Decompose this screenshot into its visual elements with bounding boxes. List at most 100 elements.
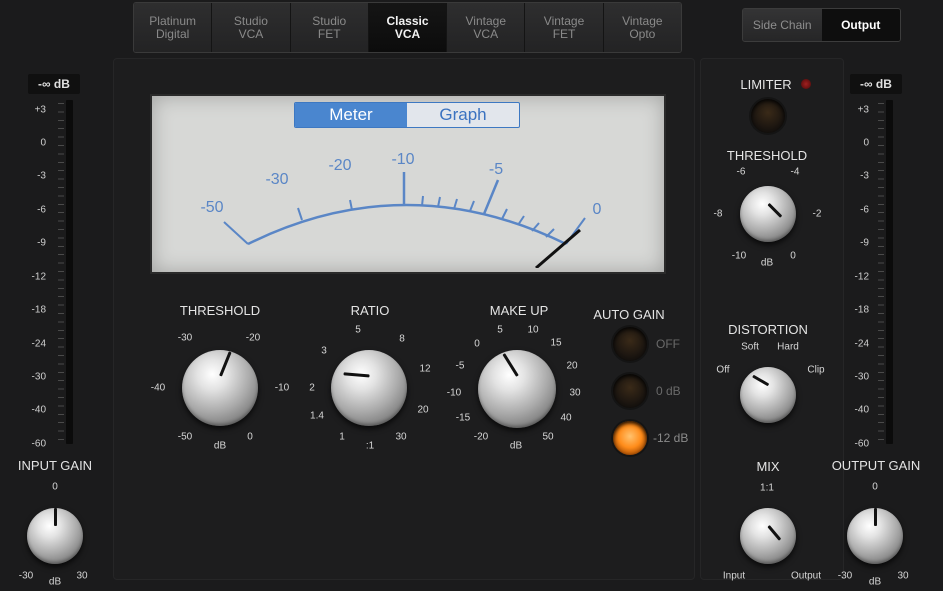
threshold-title: THRESHOLD (179, 303, 261, 318)
makeup-knob[interactable] (478, 350, 556, 428)
vu-scale-label: -5 (488, 161, 504, 178)
makeup-scale-label: -15 (455, 412, 471, 424)
output-level-meter (886, 100, 893, 444)
output-gain-max-label: 30 (897, 570, 909, 582)
makeup-scale-label: -10 (446, 387, 462, 399)
meter-scale-label: -6 (37, 204, 46, 216)
limiter-threshold-knob[interactable] (740, 186, 796, 242)
ratio-scale-label: 5 (355, 324, 361, 336)
limiter-toggle-button[interactable] (751, 99, 785, 133)
vu-scale-label: -50 (200, 199, 224, 216)
model-tab-label: VCA (394, 26, 421, 41)
auto-gain-minus12db-label: -12 dB (653, 431, 689, 445)
model-tab-classic-vca[interactable]: Classic VCA (368, 3, 448, 52)
ratio-unit-label: :1 (365, 440, 375, 452)
threshold-scale-label: -10 (274, 382, 290, 394)
model-tab-label: FET (552, 26, 576, 41)
limiter-unit-label: dB (760, 257, 774, 269)
meter-mode-button[interactable]: Meter (295, 103, 407, 127)
input-level-meter (66, 100, 73, 444)
makeup-scale-label: 5 (497, 324, 503, 336)
model-selector: Platinum Digital Studio VCA Studio FET Clas… (133, 2, 682, 53)
model-tab-vintage-opto[interactable]: Vintage Opto (603, 3, 681, 52)
model-tab-studio-vca[interactable]: Studio VCA (212, 3, 291, 52)
limiter-scale-label: -10 (731, 250, 747, 262)
model-tab-label: Digital (155, 26, 190, 41)
makeup-scale-label: 0 (474, 338, 480, 350)
output-meter-scale: +3 0 -3 -6 -9 -12 -18 -24 -30 -40 -60 (829, 105, 869, 470)
ratio-scale-label: 2 (309, 382, 315, 394)
auto-gain-0db-button[interactable] (613, 374, 647, 408)
input-meter-scale: +3 0 -3 -6 -9 -12 -18 -24 -30 -40 -60 (6, 105, 46, 470)
vu-scale-label: -20 (328, 157, 352, 174)
meter-scale-label: -30 (854, 371, 869, 383)
mix-title: MIX (756, 459, 780, 474)
meter-scale-label: -18 (31, 304, 46, 316)
meter-scale-label: +3 (857, 104, 869, 116)
ratio-knob[interactable] (331, 350, 407, 426)
mix-center-label: 1:1 (760, 482, 774, 494)
distortion-clip-label: Clip (807, 364, 825, 376)
model-tab-label: Classic (386, 13, 429, 28)
meter-scale-label: -24 (854, 338, 869, 350)
output-tab[interactable]: Output (821, 9, 900, 41)
meter-scale-label: -3 (860, 170, 869, 182)
ratio-scale-label: 3 (321, 345, 327, 357)
output-gain-knob[interactable] (847, 508, 903, 564)
model-tab-vintage-fet[interactable]: Vintage FET (525, 3, 604, 52)
limiter-led-indicator (801, 79, 811, 89)
side-chain-tab[interactable]: Side Chain (743, 9, 822, 41)
makeup-scale-label: 30 (569, 387, 581, 399)
view-selector: Side Chain Output (742, 8, 901, 42)
distortion-off-label: Off (716, 364, 730, 376)
model-tab-vintage-vca[interactable]: Vintage VCA (447, 3, 526, 52)
makeup-scale-label: 15 (550, 337, 562, 349)
meter-scale-label: -9 (37, 237, 46, 249)
auto-gain-off-button[interactable] (613, 327, 647, 361)
model-tab-label: Vintage (465, 13, 506, 28)
limiter-threshold-title: THRESHOLD (726, 148, 808, 163)
model-tab-label: FET (317, 26, 341, 41)
model-tab-label: Vintage (622, 13, 663, 28)
threshold-scale-label: -50 (177, 431, 193, 443)
meter-scale-label: -60 (854, 438, 869, 450)
threshold-scale-label: -30 (177, 332, 193, 344)
model-tab-label: VCA (238, 26, 264, 41)
model-tab-label: Studio (233, 13, 268, 28)
meter-scale-label: 0 (863, 137, 869, 149)
threshold-knob[interactable] (182, 350, 258, 426)
meter-scale-label: -12 (31, 271, 46, 283)
threshold-scale-label: -40 (150, 382, 166, 394)
vu-scale-label: 0 (592, 201, 602, 218)
model-tab-platinum-digital[interactable]: Platinum Digital (134, 3, 213, 52)
auto-gain-minus12db-button[interactable] (613, 421, 647, 455)
output-peak-display[interactable]: -∞ dB (850, 74, 902, 94)
mix-knob[interactable] (740, 508, 796, 564)
ratio-scale-label: 1 (339, 431, 345, 443)
ratio-title: RATIO (350, 303, 390, 318)
meter-scale-label: -60 (31, 438, 46, 450)
output-gain-unit-label: dB (868, 576, 882, 588)
mix-input-label: Input (722, 570, 746, 582)
ratio-scale-label: 1.4 (310, 410, 324, 422)
input-gain-knob[interactable] (27, 508, 83, 564)
limiter-scale-label: -2 (812, 208, 822, 220)
graph-mode-button[interactable]: Graph (407, 103, 519, 127)
meter-scale-label: -40 (854, 404, 869, 416)
makeup-title: MAKE UP (489, 303, 549, 318)
input-peak-display[interactable]: -∞ dB (28, 74, 80, 94)
limiter-scale-label: -4 (790, 166, 800, 178)
meter-scale-label: 0 (40, 137, 46, 149)
makeup-scale-label: -20 (473, 431, 489, 443)
model-tab-studio-fet[interactable]: Studio FET (290, 3, 369, 52)
makeup-scale-label: 40 (560, 412, 572, 424)
threshold-unit-label: dB (213, 440, 227, 452)
model-tab-label: Opto (629, 26, 656, 41)
input-gain-title: INPUT GAIN (17, 458, 93, 473)
vu-scale-label: -30 (265, 171, 289, 188)
meter-scale-label: -30 (31, 371, 46, 383)
threshold-scale-label: -20 (245, 332, 261, 344)
input-gain-unit-label: dB (48, 576, 62, 588)
input-meter-ticks (58, 103, 64, 447)
distortion-knob[interactable] (740, 367, 796, 423)
